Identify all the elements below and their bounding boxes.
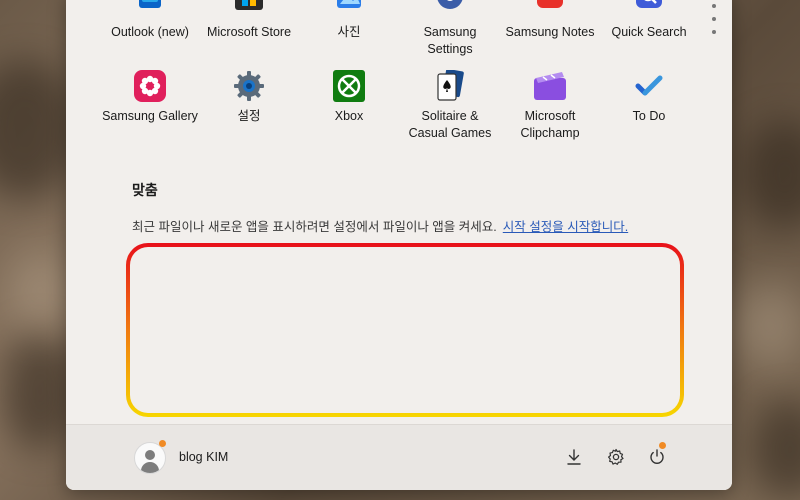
app-quick-search[interactable]: Quick Search [594, 0, 704, 41]
power-icon [650, 449, 664, 464]
app-outlook-new[interactable]: Outlook (new) [95, 0, 205, 41]
outlook-icon [134, 0, 166, 18]
gear-icon [608, 448, 624, 465]
todo-icon [633, 70, 665, 102]
app-label: 사진 [337, 25, 361, 39]
app-xbox[interactable]: Xbox [294, 70, 404, 125]
app-clipchamp[interactable]: Microsoft Clipchamp [495, 70, 605, 142]
app-settings[interactable]: 설정 [194, 70, 304, 125]
app-label: Samsung Notes [505, 25, 595, 39]
recommended-message-text: 최근 파일이나 새로운 앱을 표시하려면 설정에서 파일이나 앱을 켜세요. [132, 220, 497, 234]
recommended-message: 최근 파일이나 새로운 앱을 표시하려면 설정에서 파일이나 앱을 켜세요. 시작… [132, 216, 628, 235]
solitaire-icon [434, 68, 466, 102]
start-settings-link[interactable]: 시작 설정을 시작합니다. [503, 220, 628, 234]
app-microsoft-store[interactable]: Microsoft Store [194, 0, 304, 41]
recommended-title: 맞춤 [132, 182, 158, 198]
samsung-settings-icon [434, 0, 466, 18]
user-name[interactable]: blog KIM [179, 450, 228, 464]
samsung-notes-icon [534, 0, 566, 18]
app-label: Samsung Settings [423, 25, 477, 56]
samsung-gallery-icon [134, 70, 166, 102]
start-menu-footer: blog KIM [66, 424, 732, 490]
app-label: Microsoft Store [206, 25, 292, 39]
app-label: To Do [632, 109, 666, 123]
app-samsung-notes[interactable]: Samsung Notes [495, 0, 605, 41]
xbox-icon [333, 70, 365, 102]
app-todo[interactable]: To Do [594, 70, 704, 125]
more-options-icon[interactable] [709, 4, 719, 34]
download-button[interactable] [562, 445, 586, 469]
app-solitaire[interactable]: Solitaire & Casual Games [395, 68, 505, 142]
power-update-badge [659, 442, 666, 449]
recommended-empty-area-highlight [126, 243, 684, 417]
app-label: Microsoft Clipchamp [520, 109, 580, 140]
avatar-notification-badge [159, 440, 166, 447]
app-samsung-settings[interactable]: Samsung Settings [395, 0, 505, 58]
app-label: Xbox [334, 109, 364, 123]
start-menu: Outlook (new) Microsoft Store 사진 Samsung… [66, 0, 732, 490]
quick-search-icon [633, 0, 665, 18]
app-photos[interactable]: 사진 [294, 0, 404, 41]
app-label: Outlook (new) [111, 25, 189, 39]
app-samsung-gallery[interactable]: Samsung Gallery [95, 70, 205, 125]
app-label: Samsung Gallery [102, 109, 198, 123]
photos-icon [333, 0, 365, 18]
app-label: Solitaire & Casual Games [408, 109, 492, 140]
download-icon [567, 449, 581, 465]
clipchamp-icon [534, 70, 566, 102]
settings-icon [233, 70, 265, 102]
app-label: 설정 [237, 109, 261, 123]
microsoft-store-icon [233, 0, 265, 18]
app-label: Quick Search [611, 25, 687, 39]
power-button[interactable] [645, 445, 669, 469]
settings-button[interactable] [604, 445, 628, 469]
